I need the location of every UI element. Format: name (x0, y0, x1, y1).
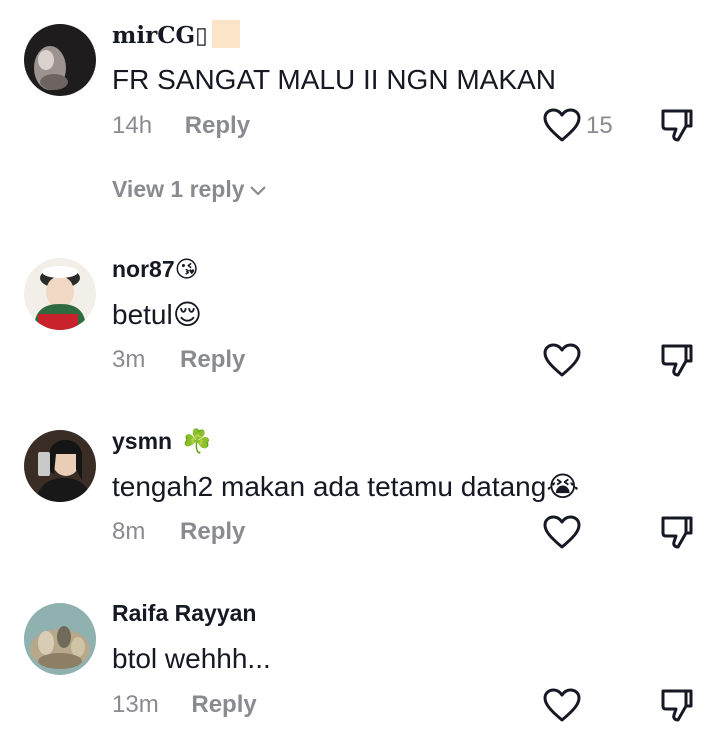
like-button[interactable] (542, 107, 582, 143)
heart-outline-icon (543, 515, 581, 549)
skin-tone-swatch (211, 20, 240, 48)
username-glyph: ▯ (195, 23, 208, 49)
reply-button[interactable]: Reply (191, 691, 256, 718)
username-text: mirCG (112, 22, 196, 49)
thumbs-down-outline-icon (661, 516, 693, 549)
comment-meta: 13m Reply (112, 691, 257, 719)
avatar[interactable] (24, 430, 96, 502)
comment-meta: 3m Reply (112, 346, 245, 374)
thumbs-down-outline-icon (661, 344, 693, 377)
reply-button[interactable]: Reply (180, 518, 245, 545)
thumbs-down-outline-icon (661, 109, 693, 142)
heart-outline-icon (543, 688, 581, 722)
crying-emoji-icon: 😭 (546, 470, 580, 503)
chevron-down-icon (249, 186, 266, 196)
shamrock-icon: ☘️ (182, 429, 212, 455)
username-text: Raifa Rayyan (112, 600, 257, 626)
comment-time: 13m (112, 691, 159, 718)
dislike-button[interactable] (659, 342, 695, 378)
comment-username[interactable]: ysmn ☘️ (112, 428, 211, 455)
thumbs-down-outline-icon (661, 689, 693, 722)
dislike-button[interactable] (659, 514, 695, 550)
like-button[interactable] (542, 514, 582, 550)
comment-username[interactable]: Raifa Rayyan (112, 600, 256, 627)
reply-button[interactable]: Reply (180, 346, 245, 373)
comment-text: tengah2 makan ada tetamu datang😭 (112, 470, 579, 503)
like-count: 15 (586, 112, 613, 139)
username-text: nor87 (112, 256, 175, 282)
view-replies-button[interactable]: View 1 reply (112, 176, 267, 203)
avatar[interactable] (24, 24, 96, 96)
comment-meta: 8m Reply (112, 518, 245, 546)
comment-time: 8m (112, 518, 146, 545)
heart-outline-icon (543, 108, 581, 142)
avatar[interactable] (24, 258, 96, 330)
username-text: ysmn (112, 428, 173, 454)
comment-meta: 14h Reply (112, 112, 250, 140)
comment-text-body: tengah2 makan ada tetamu datang (112, 471, 547, 502)
relieved-emoji-icon: 😌 (172, 298, 202, 331)
comment-text: FR SANGAT MALU II NGN MAKAN (112, 64, 556, 95)
comment-username[interactable]: nor87😘 (112, 256, 199, 283)
view-replies-label: View 1 reply (112, 176, 245, 202)
dislike-button[interactable] (659, 107, 695, 143)
comment-text-body: betul (112, 299, 173, 330)
kiss-emoji-icon: 😘 (174, 257, 199, 283)
reply-button[interactable]: Reply (185, 112, 250, 139)
comment-text: btol wehhh... (112, 643, 271, 674)
comment-time: 14h (112, 112, 153, 139)
comment-time: 3m (112, 346, 146, 373)
like-button[interactable] (542, 687, 582, 723)
avatar[interactable] (24, 603, 96, 675)
comment-username[interactable]: mirCG▯ (112, 20, 240, 49)
like-button[interactable] (542, 342, 582, 378)
heart-outline-icon (543, 343, 581, 377)
comment-text: betul😌 (112, 298, 202, 331)
dislike-button[interactable] (659, 687, 695, 723)
